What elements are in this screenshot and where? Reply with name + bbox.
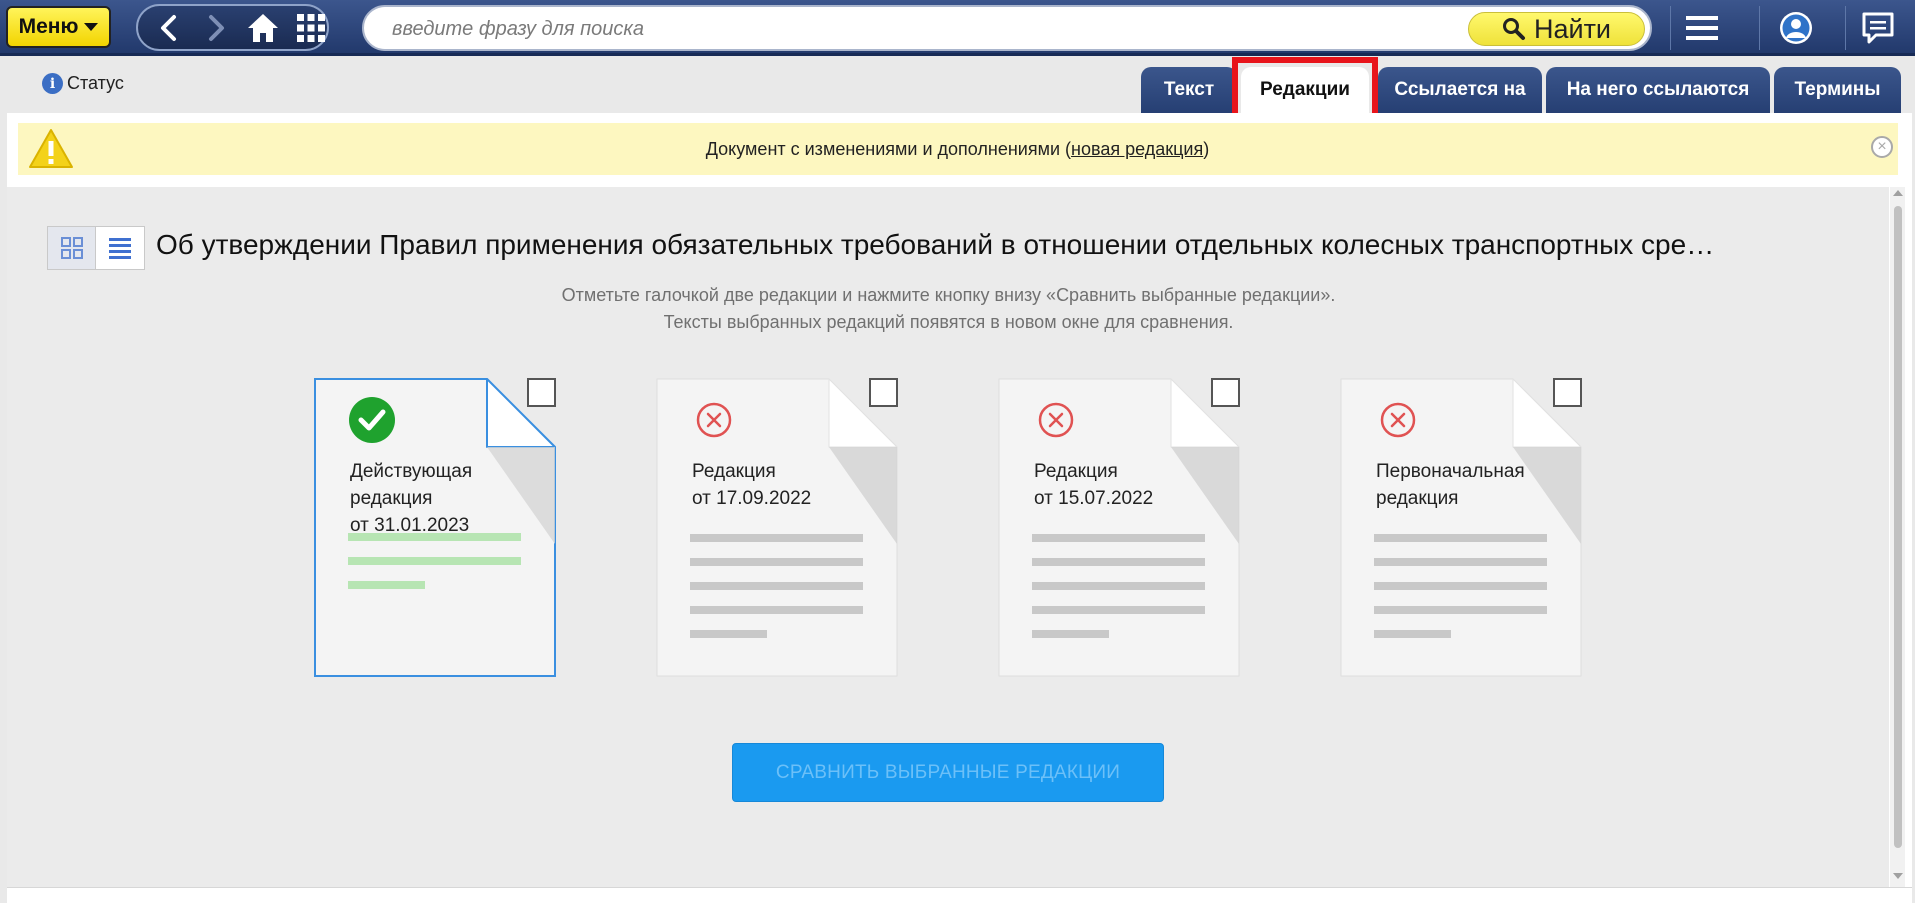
home-button[interactable]	[246, 11, 280, 45]
tab-text[interactable]: Текст	[1141, 67, 1237, 113]
find-button-label: Найти	[1533, 13, 1612, 44]
chat-icon	[1862, 12, 1894, 44]
text-line	[690, 534, 863, 542]
edition-checkbox[interactable]	[1553, 378, 1582, 407]
check-circle-icon	[349, 397, 395, 443]
edition-checkbox[interactable]	[869, 378, 898, 407]
edition-label: Редакция от 17.09.2022	[692, 461, 812, 509]
search-box: Найти	[362, 5, 1652, 51]
text-lines-decoration	[1032, 534, 1205, 654]
text-line	[1032, 582, 1205, 590]
edition-checkbox[interactable]	[527, 378, 556, 407]
caret-down-icon	[84, 23, 99, 31]
compare-button-label: СРАВНИТЬ ВЫБРАННЫЕ РЕДАКЦИИ	[775, 761, 1121, 783]
menu-button[interactable]: Меню	[6, 6, 111, 48]
text-line	[1032, 606, 1205, 614]
edition-card[interactable]: Редакция от 17.09.2022	[656, 378, 898, 677]
edition-card[interactable]: Первоначальная редакция	[1340, 378, 1582, 677]
grid-view-icon	[60, 237, 83, 259]
text-line	[1374, 534, 1547, 542]
top-bar: Меню Найти	[0, 0, 1915, 56]
text-line	[1374, 606, 1547, 614]
tab-label: Термины	[1794, 79, 1881, 100]
navigation-group	[136, 4, 329, 51]
tab-label: Ссылается на	[1394, 79, 1526, 100]
text-line	[1374, 630, 1451, 638]
document-title: Об утверждении Правил применения обязате…	[156, 229, 1715, 260]
text-line	[1374, 558, 1547, 566]
list-view-icon	[109, 238, 131, 259]
text-line	[1374, 582, 1547, 590]
user-icon	[1780, 12, 1812, 44]
tab-referenced-by[interactable]: На него ссылаются	[1546, 67, 1770, 113]
grid-icon	[296, 13, 325, 42]
x-circle-icon	[1380, 402, 1416, 438]
status-label: Статус	[67, 73, 124, 93]
back-button[interactable]	[152, 11, 185, 45]
text-lines-decoration	[690, 534, 863, 654]
text-line	[1032, 630, 1109, 638]
search-icon	[1502, 18, 1525, 40]
edition-label: Действующая редакция от 31.01.2023	[350, 461, 473, 536]
text-line	[690, 558, 863, 566]
tab-references[interactable]: Ссылается на	[1378, 67, 1542, 113]
forward-button[interactable]	[199, 11, 232, 45]
new-edition-link[interactable]: новая редакция	[1071, 139, 1203, 159]
edition-checkbox[interactable]	[1211, 378, 1240, 407]
chat-button[interactable]	[1848, 4, 1908, 52]
panel-bottom-edge	[7, 887, 1912, 903]
edition-label: Первоначальная редакция	[1376, 461, 1525, 509]
warning-text-after: )	[1203, 139, 1210, 159]
status-link[interactable]: i Статус	[42, 73, 124, 94]
instruction-line-2: Тексты выбранных редакций появятся в нов…	[663, 312, 1234, 332]
x-circle-icon	[696, 402, 732, 438]
edition-label: Редакция от 15.07.2022	[1034, 461, 1154, 509]
compare-editions-button[interactable]: СРАВНИТЬ ВЫБРАННЫЕ РЕДАКЦИИ	[732, 743, 1164, 802]
view-toggle	[47, 226, 145, 270]
edition-card-current[interactable]: Действующая редакция от 31.01.2023	[314, 378, 556, 677]
scroll-down-arrow[interactable]	[1893, 873, 1903, 879]
scroll-up-arrow[interactable]	[1893, 190, 1903, 196]
grid-view-button[interactable]	[48, 227, 96, 269]
chevron-right-icon	[208, 14, 224, 41]
toolbar-divider	[1845, 6, 1846, 50]
warning-text-before: Документ с изменениями и дополнениями (	[705, 139, 1072, 159]
tab-label: Текст	[1163, 79, 1215, 100]
text-line	[348, 533, 521, 541]
text-line	[690, 630, 767, 638]
warning-text: Документ с изменениями и дополнениями (н…	[0, 139, 1915, 160]
apps-button[interactable]	[294, 11, 327, 45]
text-line	[348, 557, 521, 565]
text-line	[690, 606, 863, 614]
tab-terms[interactable]: Термины	[1774, 67, 1901, 113]
profile-button[interactable]	[1766, 4, 1826, 52]
list-view-button[interactable]	[96, 227, 144, 269]
home-icon	[248, 13, 278, 42]
main-menu-button[interactable]	[1672, 4, 1732, 52]
text-line	[348, 581, 425, 589]
find-button[interactable]: Найти	[1468, 12, 1645, 46]
toolbar-divider	[1759, 6, 1760, 50]
edition-card[interactable]: Редакция от 15.07.2022	[998, 378, 1240, 677]
close-icon: ×	[1877, 138, 1887, 155]
search-input[interactable]	[392, 15, 1392, 43]
close-warning-button[interactable]: ×	[1871, 136, 1893, 158]
instruction-line-1: Отметьте галочкой две редакции и нажмите…	[561, 285, 1336, 305]
text-line	[690, 582, 863, 590]
text-lines-decoration	[348, 533, 521, 605]
menu-button-label: Меню	[18, 15, 79, 38]
text-line	[1032, 558, 1205, 566]
tab-label: На него ссылаются	[1566, 79, 1750, 100]
text-line	[1032, 534, 1205, 542]
text-lines-decoration	[1374, 534, 1547, 654]
info-icon: i	[42, 73, 63, 94]
toolbar-divider	[1670, 6, 1671, 50]
chevron-left-icon	[160, 14, 176, 41]
x-circle-icon	[1038, 402, 1074, 438]
hamburger-icon	[1686, 16, 1718, 40]
